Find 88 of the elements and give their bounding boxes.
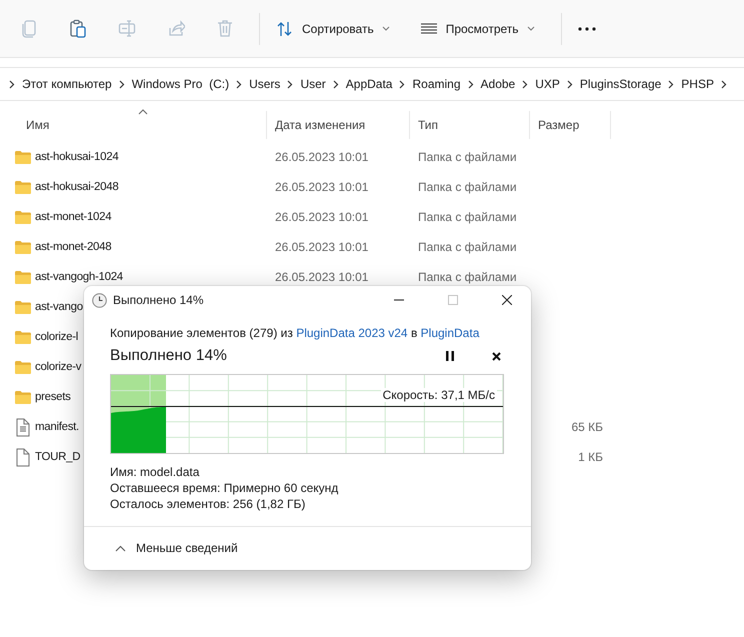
sort-menu-button[interactable]: Сортировать xyxy=(268,14,398,44)
dialog-title: Выполнено 14% xyxy=(113,293,204,307)
breadcrumb-item[interactable]: PluginsStorage xyxy=(580,77,662,91)
folder-icon xyxy=(14,149,32,165)
copy-icon xyxy=(20,19,38,38)
file-name: ast-monet-2048 xyxy=(35,241,112,253)
document-icon xyxy=(14,448,32,466)
folder-icon xyxy=(14,389,32,405)
column-header[interactable]: Тип xyxy=(410,111,530,139)
clock-icon xyxy=(92,292,107,308)
breadcrumb-item[interactable]: Adobe xyxy=(480,77,516,91)
rename-icon xyxy=(118,19,136,38)
breadcrumb-item[interactable]: AppData xyxy=(346,77,392,91)
file-type: Папка с файлами xyxy=(418,270,517,284)
details-toggle[interactable]: Меньше сведений xyxy=(115,541,531,555)
chevron-right-icon xyxy=(118,80,125,88)
text-document-icon xyxy=(14,418,32,436)
file-name: colorize-v xyxy=(35,361,82,373)
file-type: Папка с файлами xyxy=(418,210,517,224)
view-menu-button[interactable]: Просмотреть xyxy=(412,14,543,44)
copy-message: Копирование элементов (279) из PluginData 2023 v24 в PluginData xyxy=(110,326,480,340)
file-name: ast-hokusai-1024 xyxy=(35,151,118,163)
folder-icon xyxy=(14,269,32,285)
chevron-right-icon xyxy=(9,80,15,88)
delete-icon xyxy=(216,19,234,38)
file-name: ast-vango xyxy=(35,301,83,313)
breadcrumb-item[interactable]: Roaming xyxy=(412,77,461,91)
chevron-down-icon xyxy=(382,26,390,31)
folder-icon xyxy=(14,359,32,375)
chevron-right-icon xyxy=(332,80,339,88)
breadcrumb-item[interactable]: Windows Pro (C:) xyxy=(132,77,230,91)
file-name: TOUR_D xyxy=(35,451,80,463)
pause-icon xyxy=(446,351,454,361)
file-type: Папка с файлами xyxy=(418,240,517,254)
modified-date: 26.05.2023 10:01 xyxy=(275,180,368,194)
file-name: ast-vangogh-1024 xyxy=(35,271,123,283)
file-size: 65 КБ xyxy=(571,420,603,434)
detail-line: Осталось элементов: 256 (1,82 ГБ) xyxy=(110,497,306,511)
folder-icon xyxy=(14,209,32,225)
progress-status: Выполнено 14% xyxy=(110,347,228,365)
modified-date: 26.05.2023 10:01 xyxy=(275,150,368,164)
chevron-right-icon xyxy=(720,80,727,88)
breadcrumb-item[interactable]: PHSP xyxy=(681,77,714,91)
chevron-right-icon xyxy=(566,80,573,88)
breadcrumb-item[interactable]: User xyxy=(300,77,326,91)
file-name: presets xyxy=(35,391,71,403)
folder-icon xyxy=(14,299,32,315)
column-header[interactable]: Имя xyxy=(0,111,267,139)
file-name: manifest. xyxy=(35,421,79,433)
chevron-right-icon xyxy=(287,80,294,88)
chevron-right-icon xyxy=(399,80,406,88)
clipboard-icon xyxy=(69,19,87,38)
breadcrumb-item[interactable]: Этот компьютер xyxy=(22,77,112,91)
folder-link[interactable]: PluginData 2023 v24 xyxy=(296,326,408,340)
speed-reading: Скорость: 37,1 МБ/с xyxy=(380,388,497,402)
modified-date: 26.05.2023 10:01 xyxy=(275,210,368,224)
breadcrumb-item[interactable]: Users xyxy=(249,77,280,91)
chevron-right-icon xyxy=(468,80,474,88)
transfer-area xyxy=(111,407,166,453)
sort-ascending-icon xyxy=(138,109,148,115)
modified-date: 26.05.2023 10:01 xyxy=(275,240,368,254)
column-header[interactable]: Размер xyxy=(530,111,611,139)
chevron-up-icon xyxy=(115,544,126,552)
more-icon xyxy=(578,26,596,30)
file-type: Папка с файлами xyxy=(418,180,517,194)
sort-arrows-icon xyxy=(276,20,294,38)
chevron-right-icon xyxy=(522,80,528,88)
chevron-right-icon xyxy=(668,80,674,88)
maximize-icon xyxy=(448,295,458,305)
folder-icon xyxy=(14,239,32,255)
folder-link[interactable]: PluginData xyxy=(420,326,480,340)
file-size: 1 КБ xyxy=(578,450,603,464)
detail-line: Имя: model.data xyxy=(110,465,200,479)
file-name: ast-hokusai-2048 xyxy=(35,181,118,193)
chevron-down-icon xyxy=(526,26,535,31)
detail-line: Оставшееся время: Примерно 60 секунд xyxy=(110,481,340,495)
breadcrumb-item[interactable]: UXP xyxy=(535,77,560,91)
folder-icon xyxy=(14,179,32,195)
modified-date: 26.05.2023 10:01 xyxy=(275,270,368,284)
chevron-right-icon xyxy=(236,80,242,88)
close-icon xyxy=(492,352,500,360)
file-type: Папка с файлами xyxy=(418,150,517,164)
folder-icon xyxy=(14,329,32,345)
close-icon xyxy=(502,295,512,305)
share-icon xyxy=(167,19,185,38)
column-header[interactable]: Дата изменения xyxy=(267,111,410,139)
file-name: colorize-l xyxy=(35,331,78,343)
file-name: ast-monet-1024 xyxy=(35,211,112,223)
